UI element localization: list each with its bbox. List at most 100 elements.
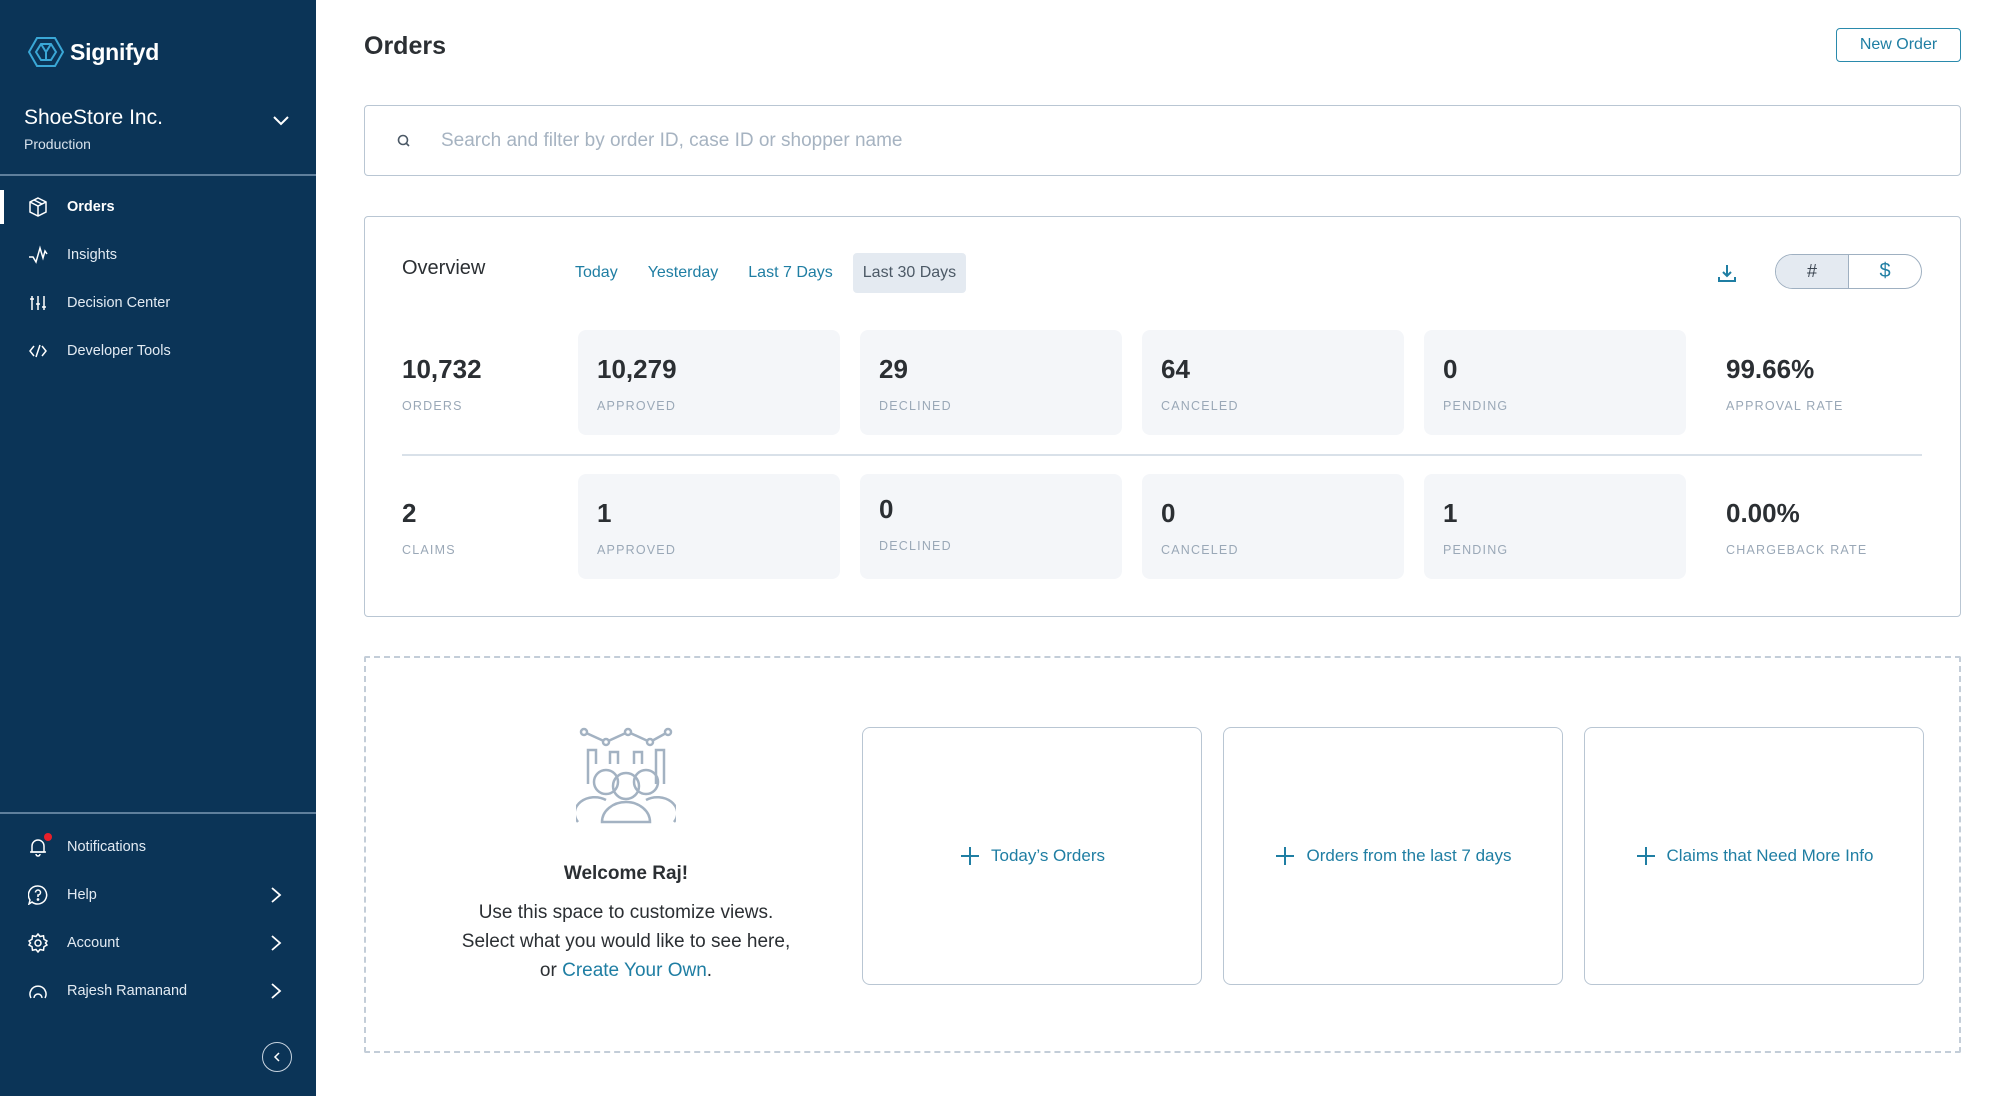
widget-label: Claims that Need More Info (1666, 846, 1874, 865)
search-icon (397, 134, 410, 147)
stat-caption: APPROVED (597, 399, 677, 413)
chevron-left-icon (273, 1052, 280, 1062)
chevron-right-icon (271, 983, 282, 999)
toggle-count[interactable]: # (1776, 255, 1849, 288)
welcome-line-3-suffix: . (706, 960, 713, 981)
tab-last-30-days[interactable]: Last 30 Days (852, 253, 967, 293)
code-icon (27, 340, 49, 362)
sidebar-divider (0, 174, 316, 176)
stat-caption: PENDING (1443, 543, 1509, 557)
search-bar[interactable] (364, 105, 1961, 176)
stat-caption: DECLINED (879, 539, 952, 553)
overview-divider (402, 454, 1922, 456)
toggle-amount[interactable]: $ (1849, 255, 1921, 288)
stat-value: 1 (1443, 498, 1458, 528)
stat-claims-declined[interactable]: 0 DECLINED (860, 474, 1122, 579)
chevron-down-icon[interactable] (270, 110, 292, 132)
welcome-line-1: Use this space to customize views. (478, 902, 774, 923)
sidebar-item-label: Notifications (67, 839, 146, 855)
sidebar-item-decision-center[interactable]: Decision Center (0, 282, 316, 324)
sidebar-item-insights[interactable]: Insights (0, 234, 316, 276)
box-icon (27, 196, 49, 218)
sidebar-item-user[interactable]: Rajesh Ramanand (0, 970, 316, 1012)
tab-last-7-days[interactable]: Last 7 Days (738, 253, 842, 293)
stat-value: 29 (879, 354, 908, 384)
chevron-right-icon (271, 935, 282, 951)
stat-caption: CLAIMS (402, 543, 456, 557)
stat-value: 0 (879, 494, 894, 524)
page-title: Orders (364, 32, 446, 60)
sidebar-item-label: Developer Tools (67, 343, 171, 359)
collapse-sidebar-button[interactable] (262, 1042, 292, 1072)
stat-value: 1 (597, 498, 612, 528)
stat-value: 0 (1161, 498, 1176, 528)
sidebar-item-label: Decision Center (67, 295, 171, 311)
stat-caption: APPROVED (597, 543, 677, 557)
sidebar-divider (0, 812, 316, 814)
stat-pending[interactable]: 0 PENDING (1424, 330, 1686, 435)
plus-icon (1276, 847, 1295, 865)
notification-badge (44, 833, 52, 841)
add-widget-claims-more-info[interactable]: Claims that Need More Info (1584, 727, 1924, 985)
chevron-right-icon (271, 887, 282, 903)
stat-approval-rate: 99.66% APPROVAL RATE (1726, 330, 1988, 435)
tab-yesterday[interactable]: Yesterday (638, 253, 729, 293)
stat-caption: CHARGEBACK RATE (1726, 543, 1868, 557)
welcome-title: Welcome Raj! (563, 863, 689, 884)
user-icon (27, 980, 49, 1002)
stat-declined[interactable]: 29 DECLINED (860, 330, 1122, 435)
custom-views-area: Welcome Raj! Use this space to customize… (364, 656, 1961, 1053)
logo[interactable]: Signifyd (28, 36, 159, 68)
welcome-line-3: or Create Your Own. (366, 956, 886, 985)
stat-claims-canceled[interactable]: 0 CANCELED (1142, 474, 1404, 579)
sidebar-item-label: Help (67, 887, 97, 903)
stat-chargeback-rate: 0.00% CHARGEBACK RATE (1726, 474, 1988, 579)
welcome-line-3-prefix: or (539, 960, 563, 981)
store-switcher[interactable]: ShoeStore Inc. Production (24, 106, 292, 152)
stat-claims-pending[interactable]: 1 PENDING (1424, 474, 1686, 579)
sidebar-item-developer-tools[interactable]: Developer Tools (0, 330, 316, 372)
new-order-button[interactable]: New Order (1836, 28, 1961, 62)
search-input[interactable] (441, 124, 1921, 158)
stat-value: 10,732 (402, 354, 482, 384)
create-your-own-link[interactable]: Create Your Own (562, 960, 707, 981)
plus-icon (1636, 847, 1655, 865)
sidebar-item-orders[interactable]: Orders (0, 186, 316, 228)
sidebar-item-label: Insights (67, 247, 117, 263)
unit-toggle: # $ (1775, 254, 1922, 289)
sidebar-item-help[interactable]: Help (0, 874, 316, 916)
widget-label: Orders from the last 7 days (1306, 846, 1512, 865)
team-analytics-illustration (576, 727, 676, 824)
sidebar-item-notifications[interactable]: Notifications (0, 826, 316, 868)
stat-caption: CANCELED (1161, 399, 1239, 413)
active-indicator (0, 190, 4, 224)
stat-caption: PENDING (1443, 399, 1509, 413)
widget-label: Today’s Orders (990, 846, 1105, 865)
welcome-message: Use this space to customize views. Selec… (366, 898, 886, 985)
add-widget-last-7-days[interactable]: Orders from the last 7 days (1223, 727, 1563, 985)
sidebar-item-account[interactable]: Account (0, 922, 316, 964)
stat-caption: ORDERS (402, 399, 463, 413)
stat-canceled[interactable]: 64 CANCELED (1142, 330, 1404, 435)
tab-today[interactable]: Today (565, 253, 628, 293)
logo-text: Signifyd (70, 38, 160, 65)
download-icon[interactable] (1715, 261, 1739, 285)
stat-value: 99.66% (1726, 354, 1815, 384)
stat-caption: DECLINED (879, 399, 952, 413)
sidebar-item-label: Orders (67, 199, 115, 215)
sidebar-item-label: Account (67, 935, 120, 951)
add-widget-todays-orders[interactable]: Today’s Orders (862, 727, 1202, 985)
stat-caption: APPROVAL RATE (1726, 399, 1844, 413)
overview-title: Overview (402, 257, 486, 279)
plus-icon (960, 847, 979, 865)
stat-caption: CANCELED (1161, 543, 1239, 557)
date-range-tabs: Today Yesterday Last 7 Days Last 30 Days (565, 253, 976, 293)
overview-panel: Overview Today Yesterday Last 7 Days Las… (364, 216, 1961, 617)
sidebar-item-label: Rajesh Ramanand (67, 983, 188, 999)
gear-icon (27, 932, 49, 954)
store-environment: Production (24, 136, 91, 152)
help-icon (27, 884, 49, 906)
stat-approved[interactable]: 10,279 APPROVED (578, 330, 840, 435)
stat-claims-approved[interactable]: 1 APPROVED (578, 474, 840, 579)
welcome-line-2: Select what you would like to see here, (461, 931, 791, 952)
